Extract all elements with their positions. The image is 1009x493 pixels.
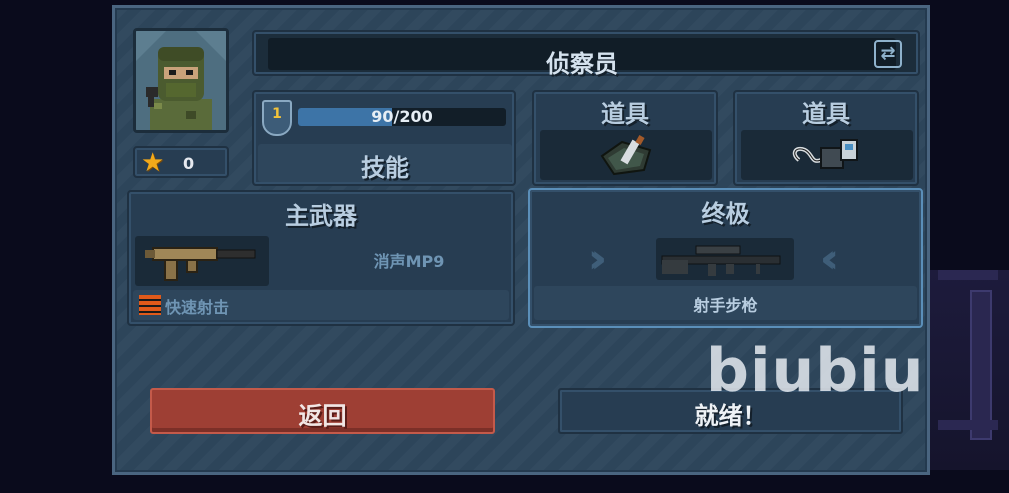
watermark: biubiu <box>706 336 925 406</box>
back-button[interactable]: 返回 <box>150 388 495 434</box>
primary-weapon-panel[interactable]: 主武器 消声MP9 快速射击 <box>127 190 515 326</box>
background-rail <box>938 420 998 430</box>
primary-weapon-label: 主武器 <box>285 202 357 230</box>
star-counter: ★ 0 <box>133 146 229 178</box>
rapid-fire-icon <box>139 295 161 315</box>
title-bar: 侦察员 ⇄ <box>252 30 920 78</box>
ultimate-weapon-name: 射手步枪 <box>693 296 758 315</box>
item-label: 道具 <box>601 100 649 128</box>
background-post <box>970 290 992 440</box>
title-bar-inner: 侦察员 <box>268 38 896 78</box>
back-button-label: 返回 <box>298 402 347 430</box>
item-slot-1[interactable]: 道具 <box>532 90 718 186</box>
sniper-rifle-icon <box>661 245 781 276</box>
xp-bar: 90/200 <box>298 108 506 126</box>
weapon-trait-strip: 快速射击 <box>133 290 509 320</box>
chevron-left-icon: ‹‹ <box>820 236 839 282</box>
background-rail <box>938 270 998 280</box>
character-name: 侦察员 <box>546 50 618 78</box>
primary-weapon-slot <box>135 236 269 286</box>
ultimate-panel[interactable]: 终极 ›› ‹‹ 射手步枪 <box>528 188 923 328</box>
soldier-avatar-icon <box>136 31 226 130</box>
skill-button[interactable]: 技能 <box>258 144 512 182</box>
ultimate-name-strip: 射手步枪 <box>534 286 917 320</box>
primary-weapon-name: 消声MP9 <box>373 252 445 271</box>
level-number: 1 <box>272 106 282 122</box>
ultimate-weapon-slot <box>656 238 794 280</box>
item-label: 道具 <box>802 100 850 128</box>
swap-icon: ⇄ <box>880 43 896 64</box>
ultimate-label: 终极 <box>701 200 750 228</box>
level-shield-icon: 1 <box>262 100 292 136</box>
item-slot-2[interactable]: 道具 <box>733 90 919 186</box>
star-icon: ★ <box>141 148 165 178</box>
chevron-right-icon: ›› <box>588 236 607 282</box>
grenade-pack-icon <box>600 135 652 176</box>
xp-text: 90/200 <box>371 108 433 126</box>
star-count: 0 <box>183 154 195 173</box>
skill-panel: 1 90/200 技能 <box>252 90 516 186</box>
swap-character-button[interactable]: ⇄ <box>874 40 902 68</box>
background-scenery <box>930 270 1009 470</box>
detonator-icon <box>792 139 858 169</box>
item-icon-slot <box>540 130 712 180</box>
smg-icon <box>145 247 256 281</box>
item-icon-slot <box>741 130 913 180</box>
skill-button-label: 技能 <box>361 154 409 182</box>
character-portrait[interactable] <box>133 28 229 133</box>
weapon-trait: 快速射击 <box>165 298 230 317</box>
